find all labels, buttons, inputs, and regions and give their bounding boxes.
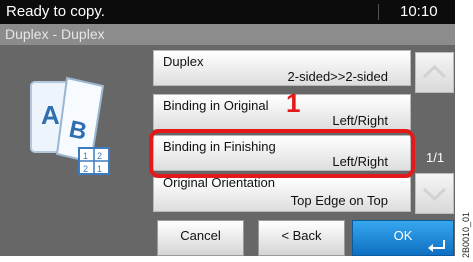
binding-illustration-icon: A B 1 2 2 1 (30, 76, 110, 175)
status-divider (378, 4, 379, 20)
option-value: 2-sided>>2-sided (287, 69, 388, 84)
svg-text:A: A (41, 100, 60, 130)
svg-text:2: 2 (83, 164, 88, 174)
title-bar: Duplex - Duplex (0, 24, 455, 45)
scroll-down-button[interactable] (415, 173, 454, 214)
highlight-annotation (149, 129, 415, 178)
page-indicator: 1/1 (426, 150, 445, 165)
scroll-up-button[interactable] (415, 52, 454, 93)
chevron-up-icon (422, 64, 447, 79)
option-value: Top Edge on Top (290, 193, 388, 208)
cancel-button[interactable]: Cancel (157, 220, 244, 256)
svg-text:2: 2 (97, 151, 102, 161)
option-label: Binding in Original (163, 98, 269, 113)
back-button[interactable]: < Back (258, 220, 345, 256)
status-message: Ready to copy. (6, 3, 105, 20)
option-value: Left/Right (332, 113, 388, 128)
figure-code-text: 2B0010_01 (461, 212, 471, 258)
chevron-down-icon (422, 187, 447, 202)
step-number-annotation: 1 (286, 88, 301, 118)
figure-code: 2B0010_01 (461, 212, 471, 258)
option-duplex[interactable]: Duplex 2-sided>>2-sided (153, 50, 411, 86)
status-bar: Ready to copy. 10:10 (0, 0, 455, 24)
ok-button[interactable]: OK (352, 220, 454, 256)
option-original-orientation[interactable]: Original Orientation Top Edge on Top (153, 175, 411, 212)
svg-text:1: 1 (97, 164, 102, 174)
option-label: Duplex (163, 54, 204, 69)
enter-icon (428, 240, 445, 252)
clock: 10:10 (400, 3, 438, 20)
ok-label: OK (393, 228, 413, 243)
svg-text:1: 1 (83, 151, 88, 161)
page-title: Duplex - Duplex (5, 26, 105, 42)
option-binding-in-original[interactable]: Binding in Original Left/Right (153, 94, 411, 130)
